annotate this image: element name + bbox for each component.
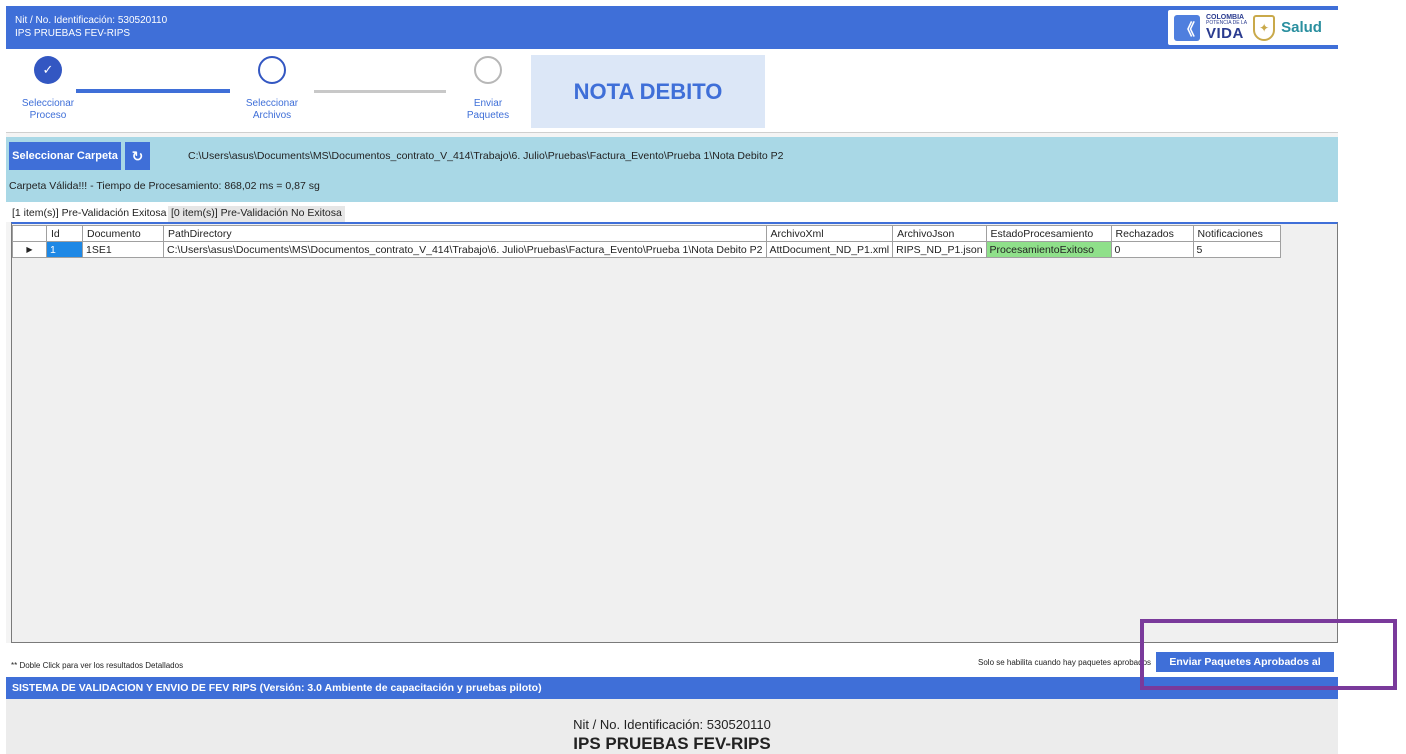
cell-documento[interactable]: 1SE1	[82, 241, 164, 258]
column-header[interactable]: Rechazados	[1110, 225, 1194, 242]
circle-outline-icon	[474, 56, 502, 84]
logo: 《 COLOMBIA POTENCIA DE LA VIDA ✦ Salud	[1168, 10, 1344, 45]
double-click-hint: ** Doble Click para ver los resultados D…	[11, 661, 184, 670]
step-label: Enviar	[473, 98, 503, 109]
folder-panel: Seleccionar Carpeta ↻ C:\Users\asus\Docu…	[6, 137, 1338, 202]
select-folder-button[interactable]: Seleccionar Carpeta	[9, 142, 121, 170]
footer-nit: Nit / No. Identificación: 530520110	[573, 717, 771, 732]
cell-id[interactable]: 1	[46, 241, 83, 258]
folder-path: C:\Users\asus\Documents\MS\Documentos_co…	[188, 150, 784, 162]
action-bar: ** Doble Click para ver los resultados D…	[6, 643, 1338, 677]
logo-salud: Salud	[1281, 19, 1322, 36]
step-label: Seleccionar	[21, 98, 75, 109]
step-label: Paquetes	[466, 110, 510, 121]
step-select-process[interactable]: ✓ Seleccionar Proceso	[3, 56, 93, 122]
tab-failed[interactable]: [0 item(s)] Pre-Validación No Exitosa	[168, 206, 345, 222]
app-window: Nit / No. Identificación: 530520110 IPS …	[6, 6, 1344, 754]
cell-estado[interactable]: ProcesamientoExitoso	[985, 241, 1112, 258]
step-label: Proceso	[29, 110, 67, 121]
colombia-ribbon-icon: 《	[1174, 14, 1200, 41]
circle-outline-icon	[258, 56, 286, 84]
column-header[interactable]: EstadoProcesamiento	[985, 225, 1112, 242]
table-header-row: Id Documento PathDirectory ArchivoXml Ar…	[12, 225, 1281, 242]
step-connector-pending	[314, 90, 446, 93]
results-grid: Id Documento PathDirectory ArchivoXml Ar…	[11, 222, 1338, 643]
step-select-files[interactable]: Seleccionar Archivos	[227, 56, 317, 122]
enable-hint: Solo se habilita cuando hay paquetes apr…	[978, 658, 1152, 667]
table-row[interactable]: ▶ 1 1SE1 C:\Users\asus\Documents\MS\Docu…	[12, 241, 1281, 258]
folder-status: Carpeta Válida!!! - Tiempo de Procesamie…	[9, 180, 320, 192]
column-header[interactable]: ArchivoJson	[892, 225, 987, 242]
tab-success[interactable]: [1 item(s)] Pre-Validación Exitosa	[9, 206, 170, 222]
cell-rechazados[interactable]: 0	[1110, 241, 1194, 258]
coat-of-arms-icon: ✦	[1253, 14, 1276, 41]
cell-path[interactable]: C:\Users\asus\Documents\MS\Documentos_co…	[163, 241, 767, 258]
step-connector-done	[76, 89, 230, 93]
cell-notificaciones[interactable]: 5	[1192, 241, 1281, 258]
header-ips: IPS PRUEBAS FEV-RIPS	[15, 28, 131, 39]
results-table: Id Documento PathDirectory ArchivoXml Ar…	[12, 225, 1281, 258]
top-header: Nit / No. Identificación: 530520110 IPS …	[6, 6, 1344, 49]
cell-xml[interactable]: AttDocument_ND_P1.xml	[765, 241, 894, 258]
column-header[interactable]: PathDirectory	[163, 225, 767, 242]
header-nit: Nit / No. Identificación: 530520110	[15, 15, 168, 26]
column-header[interactable]: Documento	[82, 225, 164, 242]
annotation-highlight-box	[1140, 619, 1397, 690]
process-title: NOTA DEBITO	[531, 55, 765, 128]
column-header[interactable]: Notificaciones	[1192, 225, 1281, 242]
cell-json[interactable]: RIPS_ND_P1.json	[892, 241, 987, 258]
row-pointer-icon[interactable]: ▶	[12, 241, 47, 258]
footer-ips: IPS PRUEBAS FEV-RIPS	[573, 734, 771, 753]
wizard-steps: ✓ Seleccionar Proceso Seleccionar Archiv…	[6, 49, 1338, 133]
result-tabs: [1 item(s)] Pre-Validación Exitosa [0 it…	[6, 202, 1338, 222]
column-header[interactable]: ArchivoXml	[765, 225, 894, 242]
step-send-packages[interactable]: Enviar Paquetes	[443, 56, 533, 122]
system-footer: SISTEMA DE VALIDACION Y ENVIO DE FEV RIP…	[6, 677, 1338, 699]
column-header[interactable]: Id	[46, 225, 83, 242]
footer-info: Nit / No. Identificación: 530520110 IPS …	[6, 699, 1338, 754]
step-label: Archivos	[252, 110, 292, 121]
row-header-corner	[12, 225, 47, 242]
check-icon: ✓	[34, 56, 62, 84]
logo-vida: VIDA	[1206, 25, 1244, 42]
step-label: Seleccionar	[245, 98, 299, 109]
refresh-icon[interactable]: ↻	[125, 142, 150, 170]
